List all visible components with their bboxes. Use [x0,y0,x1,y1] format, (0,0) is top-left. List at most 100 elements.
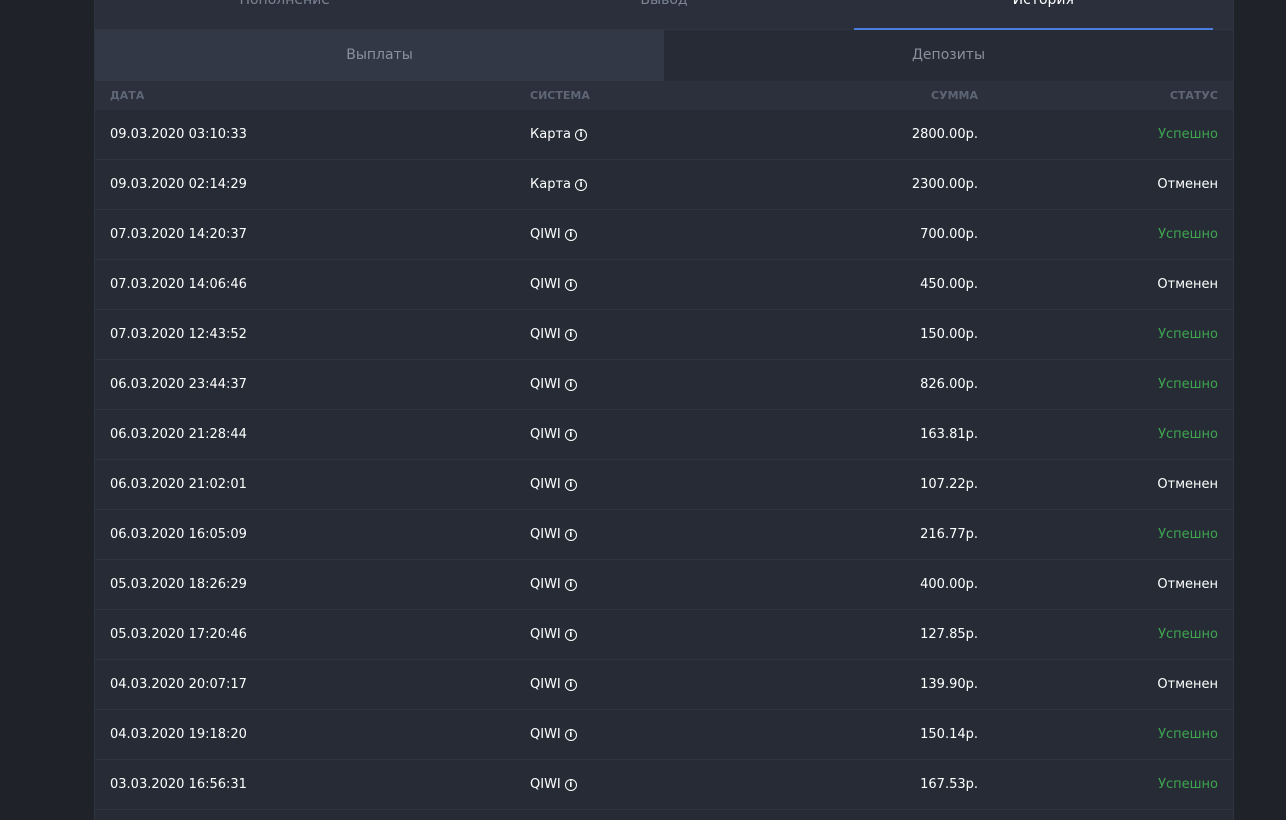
row-amount: 150.14р. [920,727,978,742]
row-date: 07.03.2020 14:06:46 [110,277,247,292]
info-icon[interactable]: i [564,478,577,491]
status-badge: Успешно [1158,377,1218,392]
system-label: QIWI [530,477,561,492]
row-amount: 700.00р. [920,227,978,242]
status-badge: Отменен [1157,277,1218,292]
row-amount: 150.00р. [920,327,978,342]
system-label: QIWI [530,777,561,792]
status-badge: Успешно [1158,527,1218,542]
status-badge: Успешно [1158,127,1218,142]
row-date: 06.03.2020 23:44:37 [110,377,247,392]
status-badge: Отменен [1157,477,1218,492]
table-row: 09.03.2020 02:14:29 Карта i 2300.00р. Отм… [95,160,1233,210]
table-row: 05.03.2020 17:20:46 QIWI i 127.85р. Успеш… [95,610,1233,660]
info-icon[interactable]: i [575,128,587,141]
row-system: QIWI i [530,277,730,292]
subtab-payouts[interactable]: Выплаты [95,30,664,81]
info-icon[interactable]: i [564,678,577,691]
table-row: 06.03.2020 23:44:37 QIWI i 826.00р. Успеш… [95,360,1233,410]
system-label: Карта [530,127,571,142]
row-system: QIWI i [530,677,730,692]
row-amount: 2800.00р. [911,127,978,142]
row-system: QIWI i [530,427,730,442]
row-date: 07.03.2020 12:43:52 [110,327,247,342]
table-row: 06.03.2020 21:28:44 QIWI i 163.81р. Успеш… [95,410,1233,460]
system-label: QIWI [530,577,561,592]
row-date: 04.03.2020 20:07:17 [110,677,247,692]
row-amount: 127.85р. [920,627,978,642]
table-header: ДАТА СИСТЕМА СУММА СТАТУС [95,81,1233,110]
row-date: 06.03.2020 21:28:44 [110,427,247,442]
col-status: СТАТУС [1169,89,1218,102]
info-icon[interactable]: i [564,578,577,591]
row-system: QIWI i [530,527,730,542]
col-date: ДАТА [110,89,145,102]
status-badge: Успешно [1158,777,1218,792]
system-label: QIWI [530,277,561,292]
status-badge: Успешно [1158,227,1218,242]
system-label: QIWI [530,427,561,442]
system-label: QIWI [530,627,561,642]
table-row: 09.03.2020 03:10:33 Карта i 2800.00р. Усп… [95,110,1233,160]
system-label: QIWI [530,227,561,242]
row-system: QIWI i [530,727,730,742]
info-icon[interactable]: i [564,528,577,541]
status-badge: Успешно [1158,427,1218,442]
system-label: QIWI [530,377,561,392]
history-panel: Пополнение Вывод История Выплаты Депозит… [94,0,1234,820]
row-amount: 826.00р. [920,377,978,392]
tab-withdraw[interactable]: Вывод [474,0,853,29]
info-icon[interactable]: i [564,428,577,441]
row-date: 09.03.2020 02:14:29 [110,177,247,192]
row-date: 04.03.2020 19:18:20 [110,727,247,742]
row-system: QIWI i [530,627,730,642]
info-icon[interactable]: i [575,178,587,191]
row-system: QIWI i [530,577,730,592]
table-row: 04.03.2020 19:18:20 QIWI i 150.14р. Успеш… [95,710,1233,760]
row-system: QIWI i [530,227,730,242]
table-row: 07.03.2020 14:20:37 QIWI i 700.00р. Успеш… [95,210,1233,260]
table-row: 06.03.2020 21:02:01 QIWI i 107.22р. Отмен… [95,460,1233,510]
row-date: 03.03.2020 16:56:31 [110,777,247,792]
table-row: 06.03.2020 16:05:09 QIWI i 216.77р. Успеш… [95,510,1233,560]
info-icon[interactable]: i [564,378,577,391]
info-icon[interactable]: i [564,278,577,291]
row-date: 06.03.2020 16:05:09 [110,527,247,542]
system-label: QIWI [530,527,561,542]
info-icon[interactable]: i [564,728,577,741]
row-system: QIWI i [530,327,730,342]
info-icon[interactable]: i [564,628,577,641]
sub-tabs: Выплаты Депозиты [95,30,1233,81]
col-system: СИСТЕМА [530,89,590,102]
table-row: 05.03.2020 18:26:29 QIWI i 400.00р. Отмен… [95,560,1233,610]
status-badge: Успешно [1158,327,1218,342]
row-amount: 400.00р. [920,577,978,592]
col-amount: СУММА [931,89,978,102]
row-date: 06.03.2020 21:02:01 [110,477,247,492]
tab-history[interactable]: История [853,0,1233,30]
table-row: 03.03.2020 16:56:31 QIWI i 167.53р. Успеш… [95,760,1233,810]
info-icon[interactable]: i [564,228,577,241]
table-row: 07.03.2020 12:43:52 QIWI i 150.00р. Успеш… [95,310,1233,360]
row-amount: 163.81р. [920,427,978,442]
info-icon[interactable]: i [564,328,577,341]
row-system: QIWI i [530,777,730,792]
row-amount: 216.77р. [920,527,978,542]
row-system: QIWI i [530,477,730,492]
row-date: 07.03.2020 14:20:37 [110,227,247,242]
status-badge: Успешно [1158,727,1218,742]
row-system: Карта i [530,127,730,142]
row-date: 05.03.2020 17:20:46 [110,627,247,642]
table-row: 07.03.2020 14:06:46 QIWI i 450.00р. Отмен… [95,260,1233,310]
row-amount: 139.90р. [920,677,978,692]
status-badge: Отменен [1157,177,1218,192]
status-badge: Отменен [1157,577,1218,592]
tab-deposit[interactable]: Пополнение [95,0,474,29]
system-label: QIWI [530,327,561,342]
subtab-deposits[interactable]: Депозиты [664,30,1233,81]
system-label: QIWI [530,727,561,742]
info-icon[interactable]: i [564,778,577,791]
row-system: QIWI i [530,377,730,392]
table-body: 09.03.2020 03:10:33 Карта i 2800.00р. Усп… [95,110,1233,810]
system-label: Карта [530,177,571,192]
